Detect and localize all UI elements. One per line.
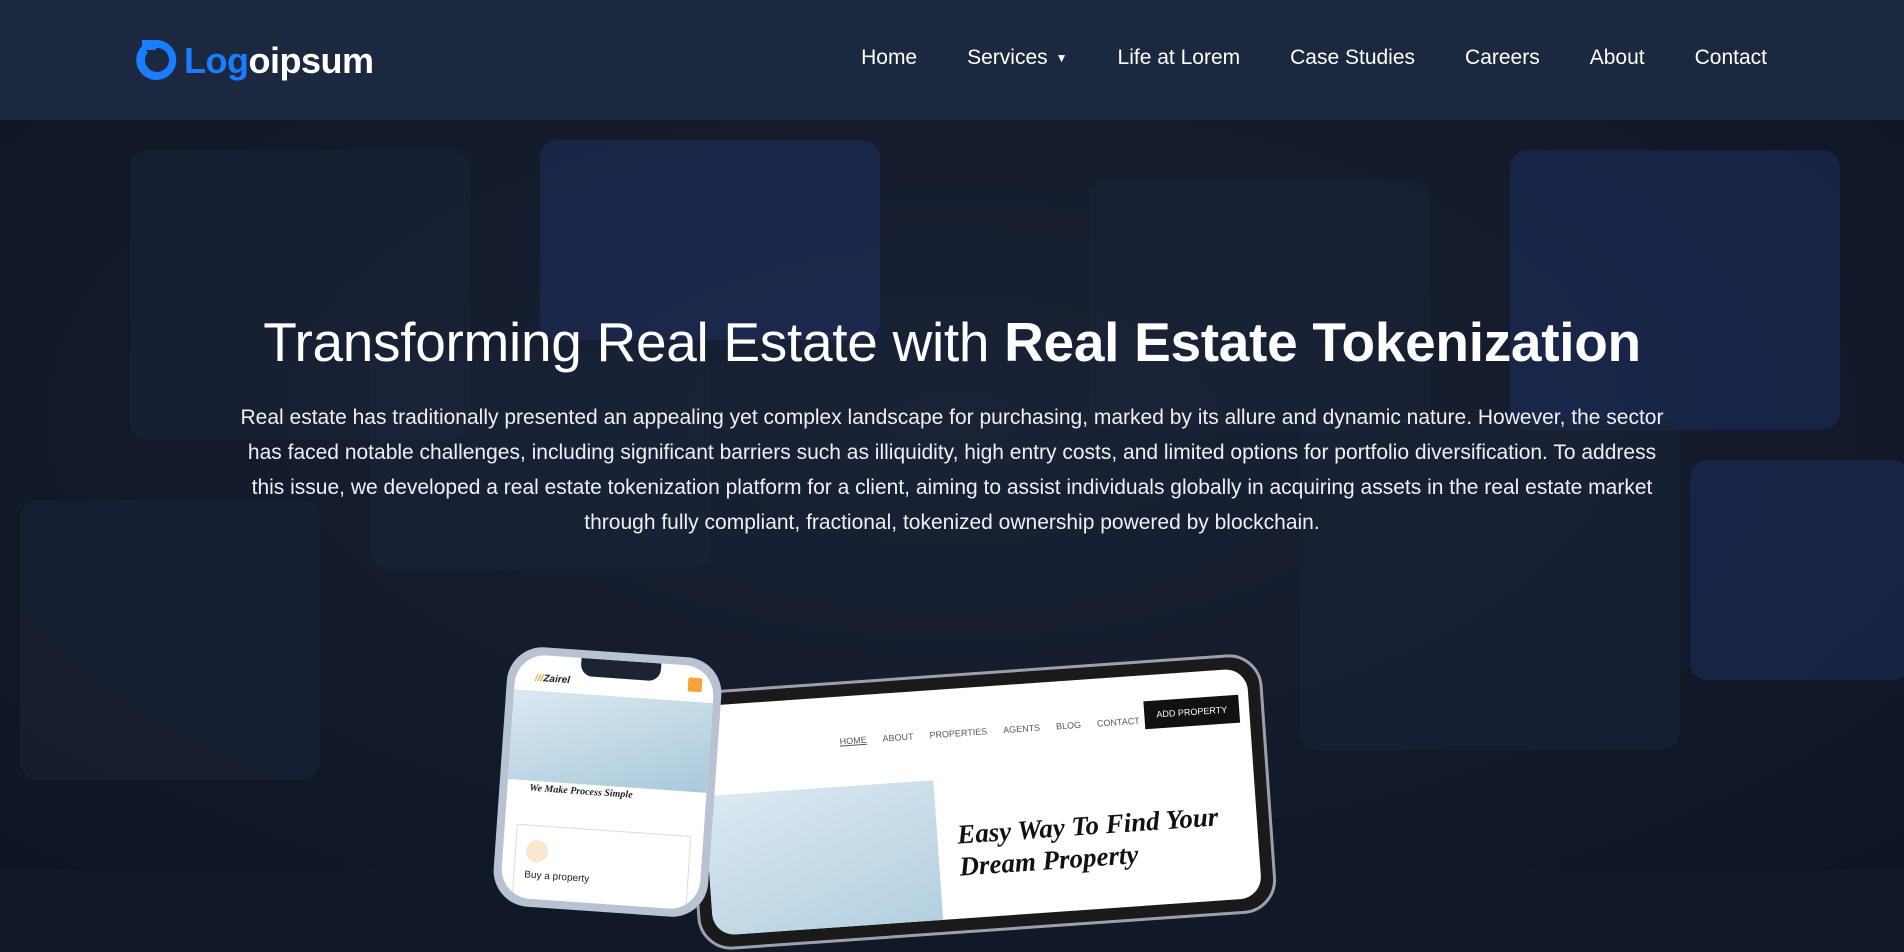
nav-about[interactable]: About [1590, 46, 1645, 70]
phone-card-title: Buy a property [523, 869, 590, 885]
caret-down-icon: ▼ [1055, 51, 1068, 65]
nav-case-studies[interactable]: Case Studies [1290, 46, 1415, 70]
logo-text-blue: Log [184, 40, 249, 81]
tablet-nav-item: HOME [839, 734, 867, 747]
house-image [703, 780, 948, 936]
hero-title-light: Transforming Real Estate with [263, 311, 1005, 373]
nav-services[interactable]: Services ▼ [967, 46, 1067, 70]
tablet-nav: HOME ABOUT PROPERTIES AGENTS BLOG CONTAC… [839, 716, 1140, 747]
hero-title: Transforming Real Estate with Real Estat… [0, 310, 1904, 374]
hero-title-bold: Real Estate Tokenization [1004, 311, 1641, 373]
phone-mockup: ///Zairel We Make Process Simple Buy a p… [491, 644, 724, 920]
logo[interactable]: Logoipsum [134, 36, 374, 86]
nav-life-at-lorem[interactable]: Life at Lorem [1118, 46, 1241, 70]
logo-text-white: oipsum [248, 40, 374, 81]
tablet-mockup: HOME ABOUT PROPERTIES AGENTS BLOG CONTAC… [681, 652, 1279, 952]
tablet-nav-item: PROPERTIES [929, 726, 988, 741]
tablet-nav-item: AGENTS [1002, 722, 1041, 736]
nav-contact[interactable]: Contact [1695, 46, 1767, 70]
phone-house-image [507, 689, 713, 793]
nav-home[interactable]: Home [861, 46, 917, 70]
hero-description: Real estate has traditionally presented … [240, 406, 1664, 534]
menu-icon [687, 677, 703, 693]
tablet-nav-item: CONTACT [1096, 715, 1141, 729]
house-icon [525, 839, 549, 863]
nav-services-label: Services [967, 46, 1048, 69]
tablet-add-property: ADD PROPERTY [1143, 694, 1241, 730]
main-nav: Home Services ▼ Life at Lorem Case Studie… [861, 46, 1767, 70]
hero-section: Transforming Real Estate with Real Estat… [0, 310, 1904, 540]
tablet-nav-item: ABOUT [882, 731, 914, 744]
tablet-nav-item: BLOG [1055, 719, 1082, 732]
logo-icon [136, 39, 177, 80]
phone-brand: ///Zairel [534, 672, 571, 687]
nav-careers[interactable]: Careers [1465, 46, 1540, 70]
site-header: Logoipsum Home Services ▼ Life at Lorem C… [0, 0, 1904, 120]
